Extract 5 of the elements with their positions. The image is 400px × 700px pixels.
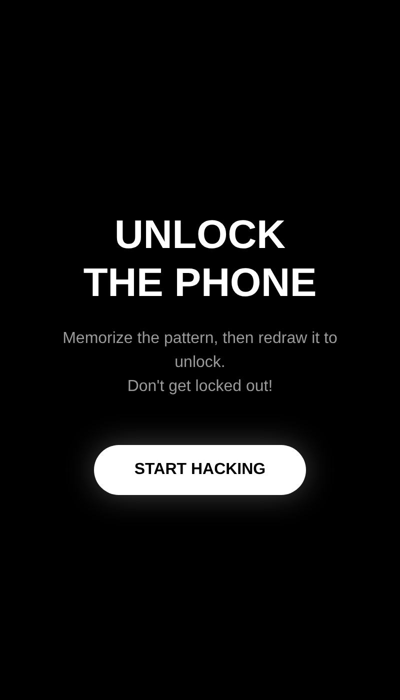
instruction-text: Memorize the pattern, then redraw it to unlock. bbox=[62, 329, 338, 373]
screen-title: THE PHONE bbox=[83, 260, 317, 307]
start-button[interactable]: START HACKING bbox=[94, 445, 306, 495]
instruction-text: Don't get locked out! bbox=[126, 377, 274, 397]
screen-title: UNLOCK bbox=[114, 212, 286, 259]
